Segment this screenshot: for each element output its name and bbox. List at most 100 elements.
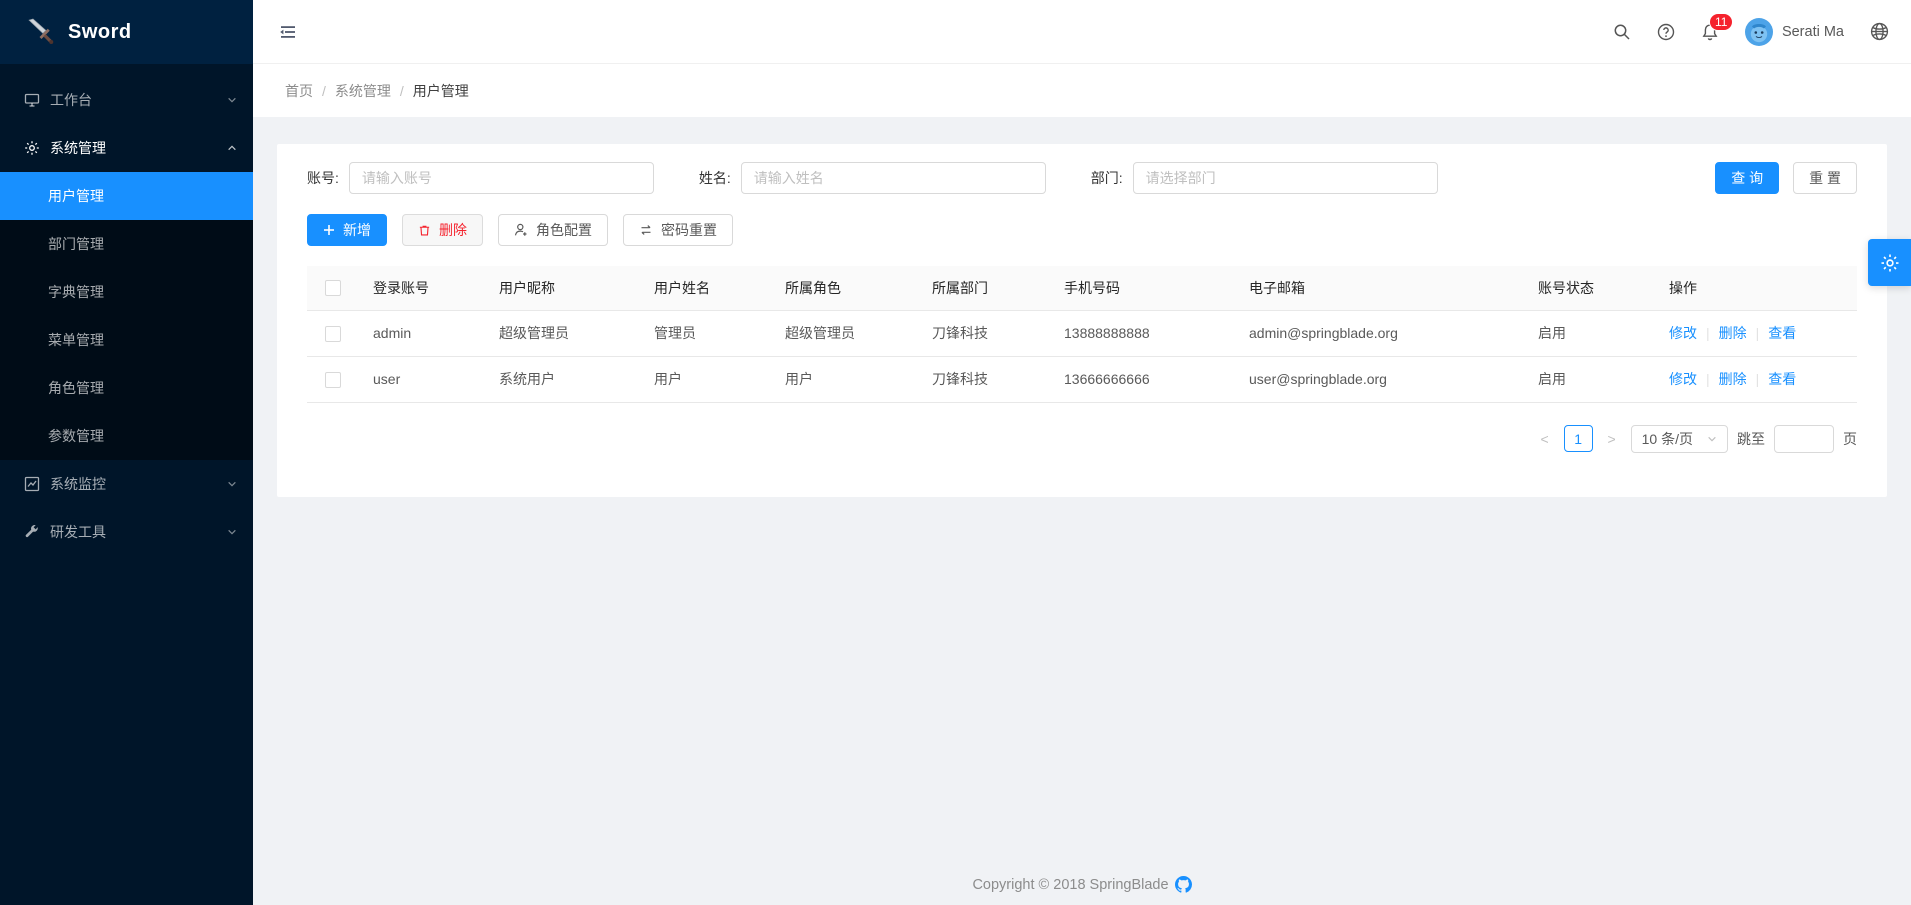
view-link[interactable]: 查看 <box>1768 371 1796 387</box>
sidebar-item-dev-tools[interactable]: 研发工具 <box>0 508 253 556</box>
page-content: 账号: 姓名: 部门: 查 询 重 置 <box>253 117 1911 905</box>
breadcrumb-separator: / <box>322 83 326 99</box>
main-area: 11 Serati Ma <box>253 0 1911 905</box>
cell-phone: 13666666666 <box>1050 356 1235 402</box>
account-input[interactable] <box>349 162 654 194</box>
footer: Copyright © 2018 SpringBlade <box>277 866 1887 905</box>
page-size-value: 10 条/页 <box>1642 429 1693 449</box>
sidebar-item-menu-management[interactable]: 菜单管理 <box>0 316 253 364</box>
edit-link[interactable]: 修改 <box>1669 325 1697 341</box>
cell-phone: 13888888888 <box>1050 310 1235 356</box>
notification-bell-icon[interactable]: 11 <box>1701 23 1719 41</box>
trash-icon <box>418 224 431 237</box>
row-checkbox[interactable] <box>325 372 341 388</box>
sidebar-item-param-management[interactable]: 参数管理 <box>0 412 253 460</box>
cell-nickname: 超级管理员 <box>485 310 640 356</box>
name-label: 姓名: <box>699 168 731 188</box>
sidebar-item-dict-management[interactable]: 字典管理 <box>0 268 253 316</box>
select-all-checkbox[interactable] <box>325 280 341 296</box>
menu-fold-icon[interactable] <box>278 22 298 42</box>
sidebar-item-label: 研发工具 <box>50 522 106 542</box>
breadcrumb-system[interactable]: 系统管理 <box>335 81 391 101</box>
table-toolbar: 新增 删除 <box>307 214 1857 246</box>
sidebar-item-dept-management[interactable]: 部门管理 <box>0 220 253 268</box>
cell-role: 用户 <box>771 356 918 402</box>
search-button[interactable]: 查 询 <box>1715 162 1779 194</box>
col-account: 登录账号 <box>359 266 485 310</box>
globe-icon[interactable] <box>1870 22 1889 41</box>
sidebar-item-user-management[interactable]: 用户管理 <box>0 172 253 220</box>
breadcrumb: 首页 / 系统管理 / 用户管理 <box>253 64 1911 117</box>
filter-account: 账号: <box>307 162 654 194</box>
swap-icon <box>639 223 653 237</box>
system-management-submenu: 用户管理 部门管理 字典管理 菜单管理 角色管理 参数管理 <box>0 172 253 460</box>
desktop-icon <box>24 92 40 108</box>
sidebar-item-system-monitor[interactable]: 系统监控 <box>0 460 253 508</box>
cell-actions: 修改|删除|查看 <box>1655 356 1857 402</box>
view-link[interactable]: 查看 <box>1768 325 1796 341</box>
role-config-button[interactable]: 角色配置 <box>498 214 608 246</box>
wrench-icon <box>24 524 40 540</box>
delete-link[interactable]: 删除 <box>1719 371 1747 387</box>
table-header-row: 登录账号 用户昵称 用户姓名 所属角色 所属部门 手机号码 电子邮箱 账号状态 … <box>307 266 1857 310</box>
sidebar: Sword 工作台 <box>0 0 253 905</box>
breadcrumb-separator: / <box>400 83 404 99</box>
page-unit-label: 页 <box>1843 429 1857 449</box>
breadcrumb-home[interactable]: 首页 <box>285 81 313 101</box>
edit-link[interactable]: 修改 <box>1669 371 1697 387</box>
prev-page-button[interactable]: < <box>1535 431 1555 447</box>
table-row: admin 超级管理员 管理员 超级管理员 刀锋科技 13888888888 a… <box>307 310 1857 356</box>
col-role: 所属角色 <box>771 266 918 310</box>
user-menu[interactable]: Serati Ma <box>1745 18 1844 46</box>
row-checkbox[interactable] <box>325 326 341 342</box>
next-page-button[interactable]: > <box>1602 431 1622 447</box>
search-icon[interactable] <box>1613 23 1631 41</box>
sidebar-item-workbench[interactable]: 工作台 <box>0 76 253 124</box>
logo[interactable]: Sword <box>0 0 253 64</box>
avatar <box>1745 18 1773 46</box>
account-label: 账号: <box>307 168 339 188</box>
sidebar-item-label: 系统管理 <box>50 138 106 158</box>
cell-status: 启用 <box>1524 356 1655 402</box>
user-add-icon <box>514 223 528 237</box>
sidebar-item-role-management[interactable]: 角色管理 <box>0 364 253 412</box>
gear-icon <box>1880 253 1900 273</box>
sidebar-item-label: 系统监控 <box>50 474 106 494</box>
password-reset-button[interactable]: 密码重置 <box>623 214 733 246</box>
user-name: Serati Ma <box>1782 24 1844 40</box>
plus-icon <box>323 224 335 236</box>
delete-link[interactable]: 删除 <box>1719 325 1747 341</box>
header-actions: 11 Serati Ma <box>1613 18 1889 46</box>
table-row: user 系统用户 用户 用户 刀锋科技 13666666666 user@sp… <box>307 356 1857 402</box>
top-header: 11 Serati Ma <box>253 0 1911 64</box>
sidebar-menu: 工作台 系统管理 用户管理 部门管理 <box>0 64 253 556</box>
sidebar-item-label: 工作台 <box>50 90 92 110</box>
col-nickname: 用户昵称 <box>485 266 640 310</box>
add-button[interactable]: 新增 <box>307 214 387 246</box>
chevron-down-icon <box>1707 434 1717 444</box>
col-phone: 手机号码 <box>1050 266 1235 310</box>
dept-select[interactable] <box>1133 162 1438 194</box>
help-icon[interactable] <box>1657 23 1675 41</box>
user-management-card: 账号: 姓名: 部门: 查 询 重 置 <box>277 144 1887 497</box>
cell-name: 用户 <box>640 356 771 402</box>
breadcrumb-current: 用户管理 <box>413 81 469 101</box>
settings-panel-button[interactable] <box>1868 239 1911 286</box>
delete-button[interactable]: 删除 <box>402 214 483 246</box>
sidebar-item-system-management[interactable]: 系统管理 <box>0 124 253 172</box>
page-size-select[interactable]: 10 条/页 <box>1631 425 1728 453</box>
filter-dept: 部门: <box>1091 162 1438 194</box>
col-name: 用户姓名 <box>640 266 771 310</box>
filter-name: 姓名: <box>699 162 1046 194</box>
jump-page-input[interactable] <box>1774 425 1834 453</box>
name-input[interactable] <box>741 162 1046 194</box>
reset-button[interactable]: 重 置 <box>1793 162 1857 194</box>
notification-badge: 11 <box>1710 14 1732 30</box>
cell-status: 启用 <box>1524 310 1655 356</box>
cell-email: user@springblade.org <box>1235 356 1524 402</box>
page-1-button[interactable]: 1 <box>1564 425 1593 452</box>
jump-label: 跳至 <box>1737 429 1765 449</box>
cell-dept: 刀锋科技 <box>918 356 1050 402</box>
filter-form: 账号: 姓名: 部门: 查 询 重 置 <box>307 162 1857 194</box>
github-icon[interactable] <box>1175 876 1192 893</box>
